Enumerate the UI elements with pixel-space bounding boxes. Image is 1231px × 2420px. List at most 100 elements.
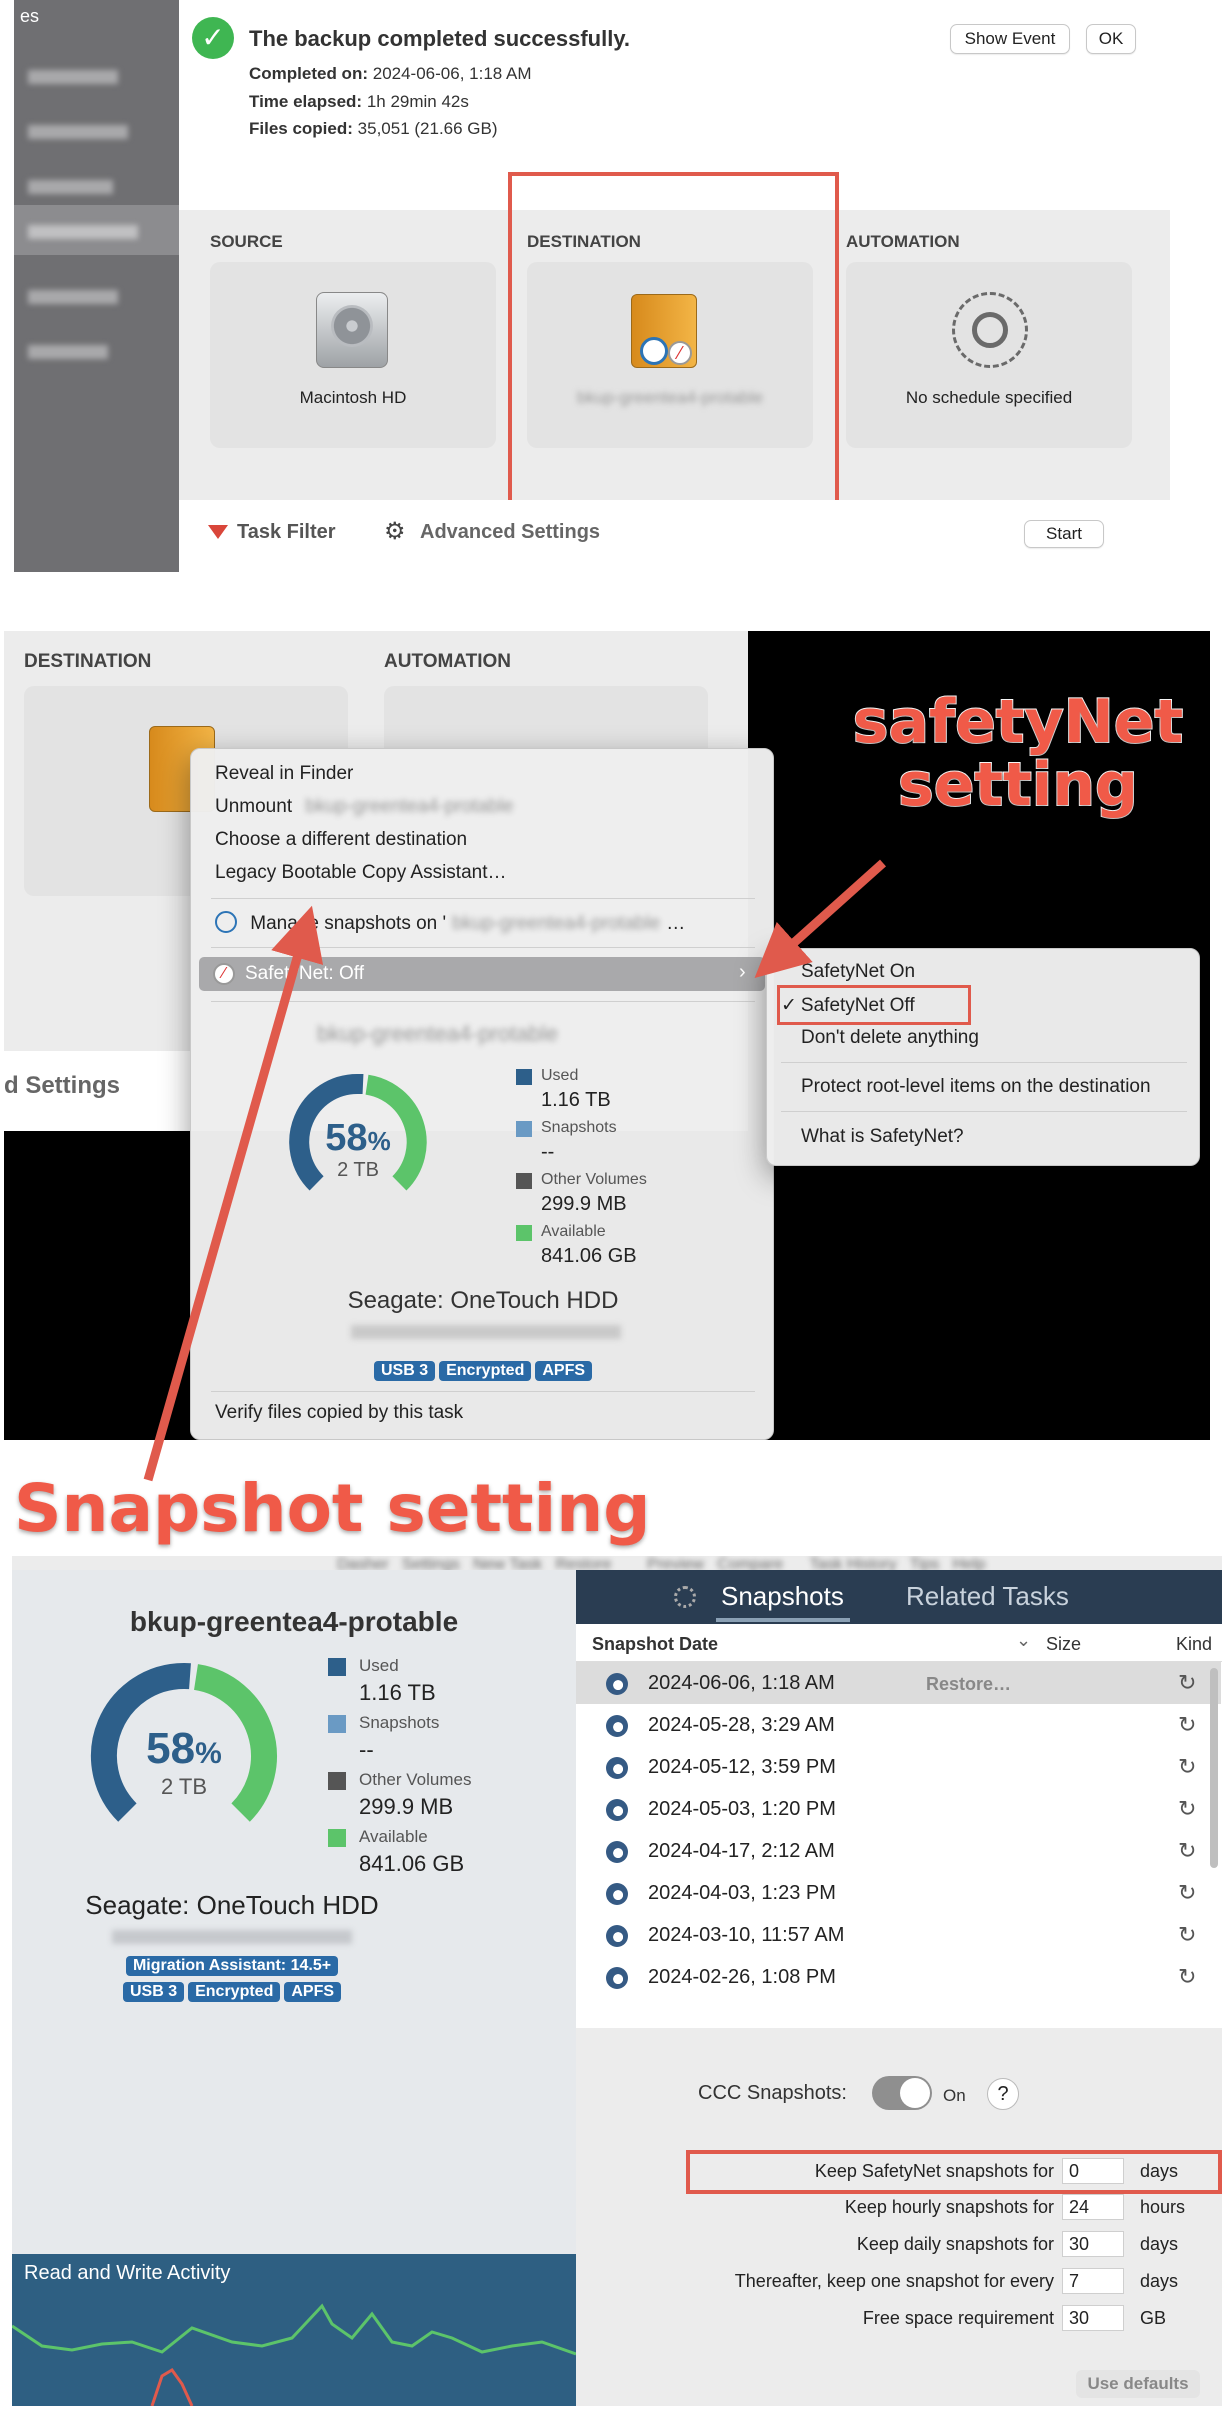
chevron-down-icon: ⌄ [1016, 1630, 1032, 1650]
device-serial-blurred [112, 1930, 352, 1944]
gauge-capacity: 2 TB [160, 1774, 208, 1799]
volume-name: bkup-greentea4-protable [129, 1606, 459, 1637]
snapshot-row[interactable]: 2024-05-28, 3:29 AM ↻ [576, 1704, 1221, 1746]
arrow-to-manage-snapshots [143, 905, 324, 1482]
snapshot-date: 2024-04-17, 2:12 AM [648, 1840, 835, 1862]
legend-other-label: Other Volumes [359, 1770, 472, 1789]
device-tags-row2: USB 3 Encrypted APFS [12, 1982, 452, 2002]
activity-panel: Read and Write Activity [12, 2254, 576, 2406]
tag-apfs: APFS [284, 1982, 342, 2002]
tab-related-tasks[interactable]: Related Tasks [906, 1581, 1069, 1612]
setting-thereafter: Thereafter, keep one snapshot for every … [576, 2268, 1222, 2298]
legend-available-value: 841.06 GB [359, 1851, 465, 1876]
help-button[interactable]: ? [987, 2078, 1019, 2110]
snapshot-date: 2024-05-28, 3:29 AM [648, 1714, 835, 1736]
setting-unit: days [1140, 2271, 1179, 2291]
column-kind[interactable]: Kind [1176, 1634, 1212, 1655]
snapshots-pane: Snapshots Related Tasks Snapshot Date ⌄ … [576, 1570, 1222, 2406]
legend-available-label: Available [359, 1827, 428, 1846]
use-defaults-button[interactable]: Use defaults [1076, 2370, 1200, 2398]
snapshot-kind-icon: ↻ [1178, 1922, 1197, 1947]
snapshot-date: 2024-02-26, 1:08 PM [648, 1966, 836, 1988]
snapshot-row[interactable]: 2024-04-17, 2:12 AM ↻ [576, 1830, 1221, 1872]
tag-migration-assistant: Migration Assistant: 14.5+ [125, 1956, 339, 1976]
keep-daily-input[interactable]: 30 [1062, 2231, 1124, 2257]
snapshot-date: 2024-05-03, 1:20 PM [648, 1798, 836, 1820]
arrow-to-safetynet-off [754, 859, 887, 979]
legend-other-value: 299.9 MB [359, 1794, 454, 1819]
toggle-state: On [943, 2086, 966, 2105]
setting-keep-hourly: Keep hourly snapshots for 24 hours [576, 2194, 1222, 2224]
snapshot-row[interactable]: 2024-05-03, 1:20 PM ↻ [576, 1788, 1221, 1830]
legend-snapshots-value: -- [359, 1737, 374, 1762]
volume-info-pane: bkup-greentea4-protable 58% 2 TB Used 1.… [12, 1570, 576, 2406]
vertical-scrollbar[interactable] [1210, 1668, 1218, 1868]
legend-used-value: 1.16 TB [359, 1680, 436, 1705]
legend-used-swatch [328, 1658, 346, 1676]
activity-label: Read and Write Activity [24, 2262, 231, 2284]
snapshot-icon [606, 1673, 628, 1695]
snapshot-kind-icon: ↻ [1178, 1754, 1197, 1779]
tab-underline [716, 1618, 850, 1622]
setting-label: Free space requirement [862, 2308, 1054, 2328]
snapshot-icon [606, 1799, 628, 1821]
snapshot-row-selected[interactable]: 2024-06-06, 1:18 AM Restore… ↻ [576, 1662, 1221, 1704]
column-snapshot-date[interactable]: Snapshot Date [592, 1634, 718, 1655]
tag-usb3: USB 3 [122, 1982, 185, 2002]
tag-encrypted: Encrypted [188, 1982, 281, 2002]
snapshot-kind-icon: ↻ [1178, 1964, 1197, 1989]
spinner-icon [674, 1586, 696, 1608]
snapshot-row[interactable]: 2024-05-12, 3:59 PM ↻ [576, 1746, 1221, 1788]
snapshot-kind-icon: ↻ [1178, 1880, 1197, 1905]
panel-snapshots: Dasher Settings New Task Restore Preview… [12, 1556, 1222, 2406]
free-space-input[interactable]: 30 [1062, 2305, 1124, 2331]
snapshot-icon [606, 1715, 628, 1737]
restore-link[interactable]: Restore… [926, 1674, 1011, 1695]
ccc-snapshots-label: CCC Snapshots: [698, 2082, 847, 2104]
snapshot-icon [606, 1967, 628, 1989]
setting-free-space: Free space requirement 30 GB [576, 2305, 1222, 2335]
setting-unit: GB [1140, 2308, 1167, 2328]
snapshot-annotation: Snapshot setting [13, 1469, 651, 1548]
activity-graph [12, 2303, 576, 2406]
gauge-percent: 58% [146, 1724, 222, 1773]
gauge-percent-value: 58 [146, 1724, 196, 1773]
snapshot-table-header: Snapshot Date ⌄ Size Kind [576, 1624, 1222, 1662]
snapshot-row[interactable]: 2024-04-03, 1:23 PM ↻ [576, 1872, 1221, 1914]
setting-label: Keep daily snapshots for [856, 2234, 1054, 2254]
legend-used-label: Used [359, 1656, 399, 1675]
snapshot-date: 2024-06-06, 1:18 AM [648, 1672, 835, 1694]
snapshot-icon [606, 1925, 628, 1947]
snapshot-kind-icon: ↻ [1178, 1712, 1197, 1737]
snapshot-icon [606, 1757, 628, 1779]
write-activity-line [12, 2303, 576, 2356]
legend-snapshots-label: Snapshots [359, 1713, 440, 1732]
read-activity-line [150, 2368, 194, 2406]
snapshot-date: 2024-03-10, 11:57 AM [648, 1924, 845, 1946]
setting-keep-daily: Keep daily snapshots for 30 days [576, 2231, 1222, 2261]
snapshot-row[interactable]: 2024-02-26, 1:08 PM ↻ [576, 1956, 1221, 1998]
setting-label: Thereafter, keep one snapshot for every [734, 2271, 1054, 2291]
thereafter-input[interactable]: 7 [1062, 2268, 1124, 2294]
snapshot-kind-icon: ↻ [1178, 1796, 1197, 1821]
snapshot-date: 2024-05-12, 3:59 PM [648, 1756, 836, 1778]
snapshot-kind-icon: ↻ [1178, 1838, 1197, 1863]
setting-unit: hours [1140, 2197, 1186, 2217]
keep-safetynet-highlight-box [686, 2150, 1222, 2194]
legend-other-swatch [328, 1772, 346, 1790]
keep-hourly-input[interactable]: 24 [1062, 2194, 1124, 2220]
snapshot-date: 2024-04-03, 1:23 PM [648, 1882, 836, 1904]
setting-label: Keep hourly snapshots for [844, 2197, 1054, 2217]
legend-snapshots-swatch [328, 1715, 346, 1733]
snapshot-list: 2024-06-06, 1:18 AM Restore… ↻ 2024-05-2… [576, 1662, 1222, 2028]
device-name: Seagate: OneTouch HDD [85, 1890, 379, 1920]
tab-snapshots[interactable]: Snapshots [721, 1581, 844, 1612]
snapshot-row[interactable]: 2024-03-10, 11:57 AM ↻ [576, 1914, 1221, 1956]
snapshot-icon [606, 1841, 628, 1863]
device-tags: Migration Assistant: 14.5+ [12, 1956, 452, 1976]
column-size[interactable]: Size [1046, 1634, 1081, 1655]
tab-bar: Snapshots Related Tasks [576, 1570, 1222, 1624]
setting-unit: days [1140, 2234, 1179, 2254]
ccc-snapshots-toggle[interactable] [872, 2076, 932, 2110]
legend-available-swatch [328, 1829, 346, 1847]
